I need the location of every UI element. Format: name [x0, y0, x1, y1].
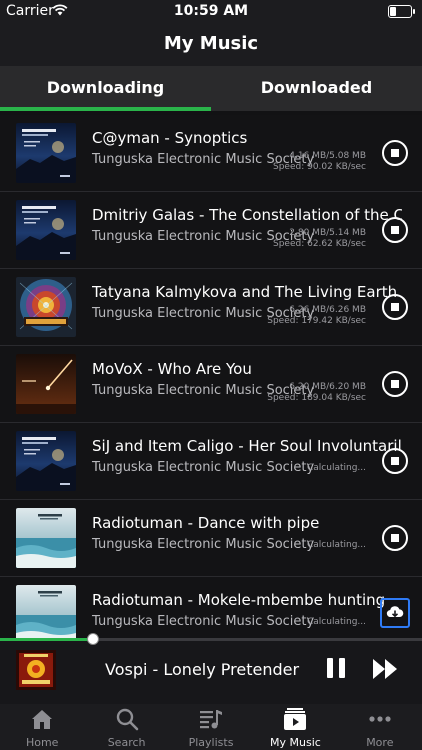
stop-download-button[interactable]: [382, 140, 408, 166]
tab-label: Downloaded: [260, 78, 373, 97]
stop-download-button[interactable]: [382, 448, 408, 474]
beshtau-art: [16, 431, 76, 491]
pause-button[interactable]: [326, 658, 346, 680]
stop-icon: [391, 149, 399, 157]
download-size: 4.16 MB/5.08 MB: [289, 151, 366, 161]
clock: 10:59 AM: [173, 3, 249, 19]
stop-download-button[interactable]: [382, 525, 408, 551]
navigation-bar: My Music: [0, 22, 422, 66]
track-title: C@yman - Synoptics: [92, 129, 248, 147]
download-speed: Speed: 189.04 KB/sec: [267, 393, 366, 403]
playlists-icon: [198, 706, 224, 732]
beshtau-art: [16, 200, 76, 260]
segment-tabs: Downloading Downloaded: [0, 66, 422, 111]
download-status: Calculating...: [307, 463, 366, 473]
track-title: Radiotuman - Mokele-mbembe hunting: [92, 591, 386, 609]
track-title: SiJ and Item Caligo - Her Soul Involunta…: [92, 437, 402, 455]
track-title: Dmitriy Galas - The Constellation of the…: [92, 206, 402, 224]
download-row[interactable]: Radiotuman - Mokele-mbembe hunting Tungus…: [0, 577, 422, 638]
playback-progress-fill: [0, 638, 93, 641]
download-row[interactable]: Tatyana Kalmykova and The Living Earth -…: [0, 269, 422, 346]
download-progress: 6.26 MB/6.26 MB Speed: 179.42 KB/sec: [267, 305, 366, 327]
mini-player[interactable]: Vospi - Lonely Pretender: [0, 633, 422, 704]
tab-bar-label: Home: [25, 736, 59, 749]
stop-icon: [391, 226, 399, 234]
track-title: Tatyana Kalmykova and The Living Earth -: [92, 283, 402, 301]
track-artist: Tunguska Electronic Music Society: [92, 537, 315, 552]
download-row[interactable]: MoVoX - Who Are You Tunguska Electronic M…: [0, 346, 422, 423]
stop-icon: [391, 534, 399, 542]
tab-bar: Home Search Playlists My Music More: [0, 704, 422, 750]
search-icon: [114, 706, 140, 732]
stop-download-button[interactable]: [382, 294, 408, 320]
battery-icon: [388, 5, 415, 18]
track-artist: Tunguska Electronic Music Society: [92, 460, 315, 475]
home-icon: [29, 706, 55, 732]
download-size: 6.26 MB/6.26 MB: [289, 305, 366, 315]
download-list[interactable]: C@yman - Synoptics Tunguska Electronic Mu…: [0, 115, 422, 638]
download-progress: 6.20 MB/6.20 MB Speed: 189.04 KB/sec: [267, 382, 366, 404]
download-speed: Speed: 90.02 KB/sec: [272, 162, 366, 172]
playback-scrubber[interactable]: [86, 633, 99, 645]
page-title: My Music: [163, 33, 259, 54]
download-row[interactable]: C@yman - Synoptics Tunguska Electronic Mu…: [0, 115, 422, 192]
download-size: 2.80 MB/5.14 MB: [289, 228, 366, 238]
download-size: 6.20 MB/6.20 MB: [289, 382, 366, 392]
mandala-art: [16, 277, 76, 337]
download-speed: Speed: 62.62 KB/sec: [272, 239, 366, 249]
tab-bar-label: More: [366, 736, 394, 749]
download-cloud-button[interactable]: [380, 598, 410, 628]
stop-icon: [391, 457, 399, 465]
my-music-icon: [282, 706, 308, 732]
track-artist: Tunguska Electronic Music Society: [92, 614, 315, 629]
download-row[interactable]: Dmitriy Galas - The Constellation of the…: [0, 192, 422, 269]
more-icon: [367, 706, 393, 732]
cloud-download-icon: [386, 606, 404, 618]
tab-bar-item-more[interactable]: More: [338, 704, 422, 750]
tab-bar-item-playlists[interactable]: Playlists: [169, 704, 253, 750]
tab-label: Downloading: [46, 78, 165, 97]
download-row[interactable]: Radiotuman - Dance with pipe Tunguska Ele…: [0, 500, 422, 577]
tab-bar-item-home[interactable]: Home: [0, 704, 84, 750]
stop-icon: [391, 303, 399, 311]
download-row[interactable]: SiJ and Item Caligo - Her Soul Involunta…: [0, 423, 422, 500]
beshtau-art: [16, 123, 76, 183]
download-progress: 2.80 MB/5.14 MB Speed: 62.62 KB/sec: [273, 228, 366, 250]
sea-art: [16, 508, 76, 568]
download-progress: 4.16 MB/5.08 MB Speed: 90.02 KB/sec: [273, 151, 366, 173]
sea-art: [16, 585, 76, 638]
active-tab-indicator: [0, 107, 211, 111]
tab-bar-label: Search: [107, 736, 146, 749]
stop-download-button[interactable]: [382, 217, 408, 243]
download-speed: Speed: 179.42 KB/sec: [267, 316, 366, 326]
download-status: Calculating...: [307, 540, 366, 550]
track-title: Radiotuman - Dance with pipe: [92, 514, 320, 532]
track-title: MoVoX - Who Are You: [92, 360, 252, 378]
tab-bar-item-search[interactable]: Search: [84, 704, 168, 750]
tab-downloading[interactable]: Downloading: [0, 66, 211, 111]
tab-bar-item-my-music[interactable]: My Music: [253, 704, 337, 750]
now-playing-title[interactable]: Vospi - Lonely Pretender: [105, 660, 299, 679]
tab-downloaded[interactable]: Downloaded: [211, 66, 422, 111]
stop-download-button[interactable]: [382, 371, 408, 397]
playback-progress-bar[interactable]: [0, 638, 422, 641]
tab-bar-label: Playlists: [188, 736, 234, 749]
download-status: Calculating...: [307, 617, 366, 627]
tab-bar-label: My Music: [270, 736, 321, 749]
meteor-art: [16, 354, 76, 414]
next-track-button[interactable]: [372, 658, 400, 680]
status-bar: Carrier 10:59 AM: [0, 0, 422, 22]
stop-icon: [391, 380, 399, 388]
now-playing-artwork: [16, 650, 56, 690]
